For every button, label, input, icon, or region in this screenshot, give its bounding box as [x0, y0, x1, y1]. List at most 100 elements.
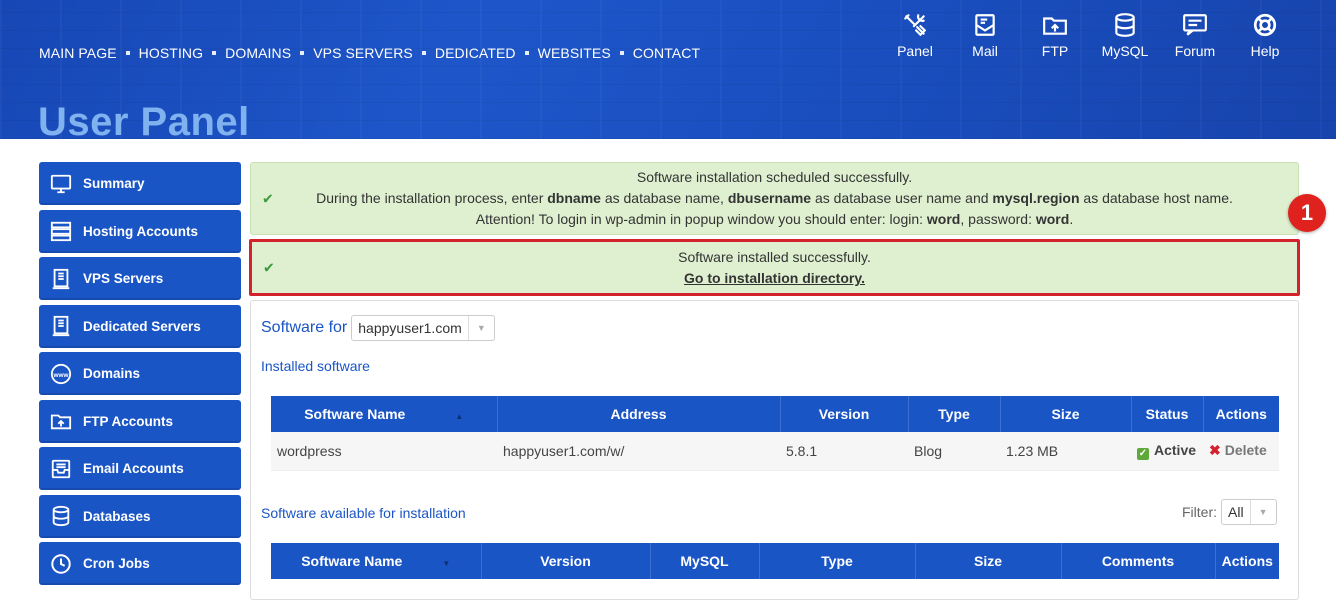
col-size[interactable]: Size: [915, 543, 1062, 579]
sidebar-item-label: Cron Jobs: [83, 556, 150, 571]
tool-mysql[interactable]: MySQL: [1090, 12, 1160, 59]
alert-line: Software installation scheduled successf…: [636, 169, 913, 185]
cell-version: 5.8.1: [780, 432, 908, 471]
cell-actions: ✖ Delete: [1203, 432, 1279, 471]
nav-domains[interactable]: DOMAINS: [225, 45, 291, 61]
col-address[interactable]: Address: [497, 396, 781, 432]
sidebar-item-label: Domains: [83, 366, 141, 381]
database-icon: [49, 504, 73, 528]
sidebar-item-label: FTP Accounts: [83, 413, 174, 429]
installation-directory-link[interactable]: Go to installation directory.: [684, 270, 865, 286]
sidebar-item-hosting-accounts[interactable]: Hosting Accounts: [39, 209, 241, 253]
inbox-icon: [49, 457, 73, 481]
table-header-row: Software Name ▲ Address Version Type Size…: [271, 396, 1279, 432]
sidebar-item-domains[interactable]: www Domains: [39, 352, 241, 395]
nav-separator: [421, 51, 426, 55]
tools-icon: [904, 14, 927, 37]
nav-websites[interactable]: WEBSITES: [538, 45, 611, 61]
cell-name: wordpress: [271, 432, 497, 471]
tool-help[interactable]: Help: [1230, 12, 1300, 59]
tool-label: FTP: [1041, 43, 1069, 59]
check-icon: ✔: [263, 259, 275, 275]
col-version[interactable]: Version: [481, 543, 651, 579]
nav-separator: [300, 51, 305, 55]
cell-size: 1.23 MB: [1000, 432, 1131, 471]
main-nav: MAIN PAGE HOSTING DOMAINS VPS SERVERS DE…: [39, 45, 700, 61]
filter: Filter: All ▼: [1182, 499, 1277, 525]
nav-separator: [619, 51, 624, 55]
sidebar-item-label: Databases: [83, 508, 151, 524]
sidebar-item-label: Email Accounts: [83, 461, 184, 476]
filter-select-value: All: [1228, 504, 1244, 520]
checkbox-checked-icon: ✓: [1137, 447, 1149, 460]
tool-panel[interactable]: Panel: [880, 12, 950, 59]
server-icon: [49, 219, 73, 243]
tool-forum[interactable]: Forum: [1160, 12, 1230, 59]
col-type[interactable]: Type: [759, 543, 916, 579]
available-software-title: Software available for installation: [261, 505, 466, 521]
sidebar-item-label: VPS Servers: [83, 271, 164, 286]
col-actions: Actions: [1215, 543, 1279, 579]
ftp-folder-icon: [1043, 17, 1067, 35]
col-version[interactable]: Version: [780, 396, 909, 432]
header: MAIN PAGE HOSTING DOMAINS VPS SERVERS DE…: [0, 0, 1336, 139]
sidebar-item-cron-jobs[interactable]: Cron Jobs: [39, 542, 241, 585]
nav-vps-servers[interactable]: VPS SERVERS: [313, 45, 413, 61]
nav-dedicated[interactable]: DEDICATED: [435, 45, 516, 61]
alert-installed-success: ✔ Software installed successfully. Go to…: [249, 239, 1300, 296]
clock-icon: [49, 552, 73, 576]
col-size[interactable]: Size: [1000, 396, 1132, 432]
col-status[interactable]: Status: [1131, 396, 1204, 432]
alert-line: During the installation process, enter d…: [316, 190, 1233, 206]
tool-label: Forum: [1174, 43, 1216, 59]
installed-software-table: Software Name ▲ Address Version Type Size…: [271, 396, 1279, 471]
sidebar: Summary Hosting Accounts VPS Servers Ded…: [39, 162, 241, 590]
nav-separator: [212, 51, 217, 55]
sort-asc-icon: ▲: [455, 412, 464, 421]
monitor-icon: [49, 172, 73, 196]
nav-hosting[interactable]: HOSTING: [139, 45, 203, 61]
col-software-name[interactable]: Software Name ▼: [271, 543, 482, 579]
filter-select[interactable]: All ▼: [1221, 499, 1277, 525]
sidebar-item-databases[interactable]: Databases: [39, 494, 241, 538]
cell-status: ✓ Active: [1131, 432, 1203, 471]
delete-button[interactable]: ✖ Delete: [1209, 442, 1267, 458]
sidebar-item-ftp-accounts[interactable]: FTP Accounts: [39, 399, 241, 443]
sidebar-item-vps-servers[interactable]: VPS Servers: [39, 257, 241, 300]
step-badge: 1: [1288, 194, 1326, 232]
check-icon: ✔: [262, 190, 274, 206]
mail-icon: [975, 14, 995, 36]
tool-mail[interactable]: Mail: [950, 12, 1020, 59]
col-software-name[interactable]: Software Name ▲: [271, 396, 498, 432]
col-comments[interactable]: Comments: [1061, 543, 1216, 579]
col-mysql[interactable]: MySQL: [650, 543, 760, 579]
sort-desc-icon: ▼: [442, 559, 451, 568]
tool-label: Panel: [897, 43, 933, 59]
sidebar-item-summary[interactable]: Summary: [39, 162, 241, 205]
tool-ftp[interactable]: FTP: [1020, 12, 1090, 59]
svg-text:www: www: [53, 371, 69, 378]
software-panel: Software for happyuser1.com ▼ Installed …: [250, 300, 1299, 600]
lifebuoy-icon: [1253, 13, 1277, 37]
available-software-table: Software Name ▼ Version MySQL Type Size C…: [271, 543, 1279, 579]
sidebar-item-dedicated-servers[interactable]: Dedicated Servers: [39, 304, 241, 348]
software-for: Software for happyuser1.com ▼: [261, 315, 495, 341]
domain-select[interactable]: happyuser1.com ▼: [351, 315, 495, 341]
sidebar-item-label: Hosting Accounts: [83, 223, 199, 239]
sidebar-item-email-accounts[interactable]: Email Accounts: [39, 447, 241, 490]
nav-separator: [125, 51, 130, 55]
ftp-folder-icon: [49, 409, 73, 433]
chevron-down-icon: ▼: [1249, 500, 1276, 524]
tool-label: MySQL: [1101, 43, 1149, 59]
tower-icon: [49, 267, 73, 291]
tower-icon: [49, 314, 73, 338]
sidebar-item-label: Summary: [83, 176, 145, 191]
tool-label: Help: [1250, 43, 1280, 59]
sidebar-item-label: Dedicated Servers: [83, 318, 201, 334]
nav-contact[interactable]: CONTACT: [633, 45, 700, 61]
nav-main-page[interactable]: MAIN PAGE: [39, 45, 117, 61]
tool-bar: Panel Mail FTP MySQL Forum Help: [880, 12, 1300, 59]
nav-separator: [524, 51, 529, 55]
col-type[interactable]: Type: [908, 396, 1001, 432]
domain-select-value: happyuser1.com: [358, 320, 462, 336]
